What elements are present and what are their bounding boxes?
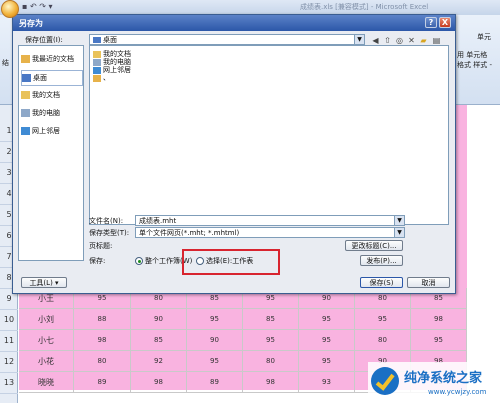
score-cell[interactable]: 95 bbox=[299, 309, 355, 330]
save-in-value: 桌面 bbox=[103, 36, 117, 44]
score-cell[interactable]: 85 bbox=[131, 330, 187, 351]
recent-docs-icon bbox=[21, 55, 30, 63]
delete-icon[interactable]: ✕ bbox=[406, 34, 417, 45]
save-in-combo[interactable]: 桌面 ▼ bbox=[89, 34, 365, 45]
ribbon-right-label-2[interactable]: 用 单元格 bbox=[457, 50, 487, 60]
folder-icon bbox=[93, 74, 101, 82]
dialog-title: 另存为 bbox=[19, 19, 43, 28]
score-cell[interactable]: 95 bbox=[243, 330, 299, 351]
ribbon-right-group: 单元 用 单元格 格式 样式 - bbox=[455, 30, 499, 90]
change-title-button[interactable]: 更改标题(C)... bbox=[345, 240, 403, 251]
filetype-value: 单个文件网页(*.mht; *.mhtml) bbox=[139, 229, 240, 237]
score-cell[interactable]: 95 bbox=[299, 330, 355, 351]
row-number[interactable]: 13 bbox=[0, 372, 18, 394]
my-computer-icon bbox=[21, 109, 30, 117]
publish-button[interactable]: 发布(P)... bbox=[360, 255, 403, 266]
save-button[interactable]: 保存(S) bbox=[360, 277, 403, 288]
score-cell[interactable]: 95 bbox=[355, 309, 411, 330]
name-cell[interactable]: 小刘 bbox=[19, 309, 74, 330]
chevron-down-icon: ▾ bbox=[55, 279, 59, 287]
page-title-label: 页标题: bbox=[89, 242, 113, 250]
place-label: 我的文档 bbox=[32, 91, 60, 99]
place-label: 网上邻居 bbox=[32, 127, 60, 135]
name-cell[interactable]: 小七 bbox=[19, 330, 74, 351]
place-label: 我最近的文档 bbox=[32, 55, 74, 63]
score-cell[interactable]: 98 bbox=[243, 372, 299, 393]
quick-access-toolbar[interactable]: ▪ ↶ ↷ ▾ bbox=[22, 2, 52, 11]
score-cell[interactable]: 98 bbox=[74, 330, 131, 351]
place-label: 桌面 bbox=[33, 74, 47, 82]
watermark: 纯净系统之家 www.ycwjzy.com bbox=[368, 362, 500, 403]
network-icon bbox=[21, 127, 30, 135]
radio-selected-icon[interactable] bbox=[135, 257, 143, 265]
desktop-icon bbox=[93, 37, 101, 43]
tools-button[interactable]: 工具(L) ▾ bbox=[21, 277, 67, 288]
score-cell[interactable]: 90 bbox=[187, 330, 243, 351]
tools-button-label: 工具(L) bbox=[29, 279, 53, 287]
score-cell[interactable]: 93 bbox=[299, 372, 355, 393]
file-list[interactable]: 我的文档 我的电脑 网上邻居 、 bbox=[89, 45, 449, 225]
score-cell[interactable]: 80 bbox=[243, 351, 299, 372]
place-my-documents[interactable]: 我的文档 bbox=[21, 88, 81, 102]
score-cell[interactable]: 89 bbox=[187, 372, 243, 393]
place-network[interactable]: 网上邻居 bbox=[21, 124, 81, 138]
file-label: 、 bbox=[103, 74, 110, 82]
save-scope-label: 保存: bbox=[89, 257, 106, 265]
desktop-icon bbox=[22, 74, 31, 82]
highlight-box bbox=[182, 249, 280, 275]
app-title: 成绩表.xls [兼容模式] - Microsoft Excel bbox=[300, 3, 429, 11]
back-icon[interactable]: ◀ bbox=[370, 34, 381, 45]
filetype-label: 保存类型(T): bbox=[89, 229, 130, 237]
office-button-icon[interactable] bbox=[1, 0, 19, 18]
watermark-url: www.ycwjzy.com bbox=[428, 388, 487, 396]
filename-label: 文件名(N): bbox=[89, 217, 124, 225]
score-cell[interactable]: 85 bbox=[243, 309, 299, 330]
name-cell[interactable]: 晓晓 bbox=[19, 372, 74, 393]
chevron-down-icon[interactable]: ▼ bbox=[394, 216, 404, 225]
score-cell[interactable]: 95 bbox=[187, 309, 243, 330]
my-documents-icon bbox=[21, 91, 30, 99]
score-cell[interactable]: 92 bbox=[131, 351, 187, 372]
score-cell[interactable]: 88 bbox=[74, 309, 131, 330]
save-in-label: 保存位置(I): bbox=[25, 36, 63, 44]
score-cell[interactable]: 80 bbox=[355, 330, 411, 351]
new-folder-icon[interactable]: ▰ bbox=[418, 34, 429, 45]
score-cell[interactable]: 95 bbox=[299, 351, 355, 372]
ribbon-right-label-1[interactable]: 单元 bbox=[477, 32, 491, 42]
place-desktop[interactable]: 桌面 bbox=[21, 70, 83, 86]
close-button[interactable]: X bbox=[439, 17, 451, 28]
chevron-down-icon[interactable]: ▼ bbox=[354, 35, 364, 44]
filename-input[interactable]: 成绩表.mht ▼ bbox=[135, 215, 405, 226]
up-folder-icon[interactable]: ⇧ bbox=[382, 34, 393, 45]
cancel-button[interactable]: 取消 bbox=[407, 277, 450, 288]
watermark-logo-icon bbox=[371, 367, 399, 395]
score-cell[interactable]: 95 bbox=[187, 351, 243, 372]
help-button[interactable]: ? bbox=[425, 17, 437, 28]
score-cell[interactable]: 90 bbox=[131, 309, 187, 330]
score-cell[interactable]: 98 bbox=[131, 372, 187, 393]
ribbon-right-label-3[interactable]: 格式 样式 - bbox=[457, 60, 492, 70]
ribbon-fragment: 结 bbox=[2, 59, 9, 67]
filetype-select[interactable]: 单个文件网页(*.mht; *.mhtml) ▼ bbox=[135, 227, 405, 238]
place-my-computer[interactable]: 我的电脑 bbox=[21, 106, 81, 120]
watermark-text: 纯净系统之家 bbox=[404, 371, 483, 386]
row-number[interactable]: 12 bbox=[0, 351, 18, 373]
filename-value: 成绩表.mht bbox=[139, 217, 177, 225]
score-cell[interactable]: 95 bbox=[411, 330, 467, 351]
dialog-title-bar[interactable]: 另存为 ? X bbox=[13, 15, 455, 31]
row-number[interactable]: 10 bbox=[0, 309, 18, 331]
row-number[interactable]: 11 bbox=[0, 330, 18, 352]
list-item[interactable]: 、 bbox=[93, 73, 110, 83]
places-bar: 我最近的文档 桌面 我的文档 我的电脑 网上邻居 bbox=[18, 45, 84, 261]
views-icon[interactable]: ▤ bbox=[431, 34, 442, 45]
score-cell[interactable]: 98 bbox=[411, 309, 467, 330]
score-cell[interactable]: 89 bbox=[74, 372, 131, 393]
place-label: 我的电脑 bbox=[32, 109, 60, 117]
chevron-down-icon[interactable]: ▼ bbox=[394, 228, 404, 237]
place-recent[interactable]: 我最近的文档 bbox=[21, 52, 81, 66]
name-cell[interactable]: 小花 bbox=[19, 351, 74, 372]
search-web-icon[interactable]: ◎ bbox=[394, 34, 405, 45]
score-cell[interactable]: 80 bbox=[74, 351, 131, 372]
